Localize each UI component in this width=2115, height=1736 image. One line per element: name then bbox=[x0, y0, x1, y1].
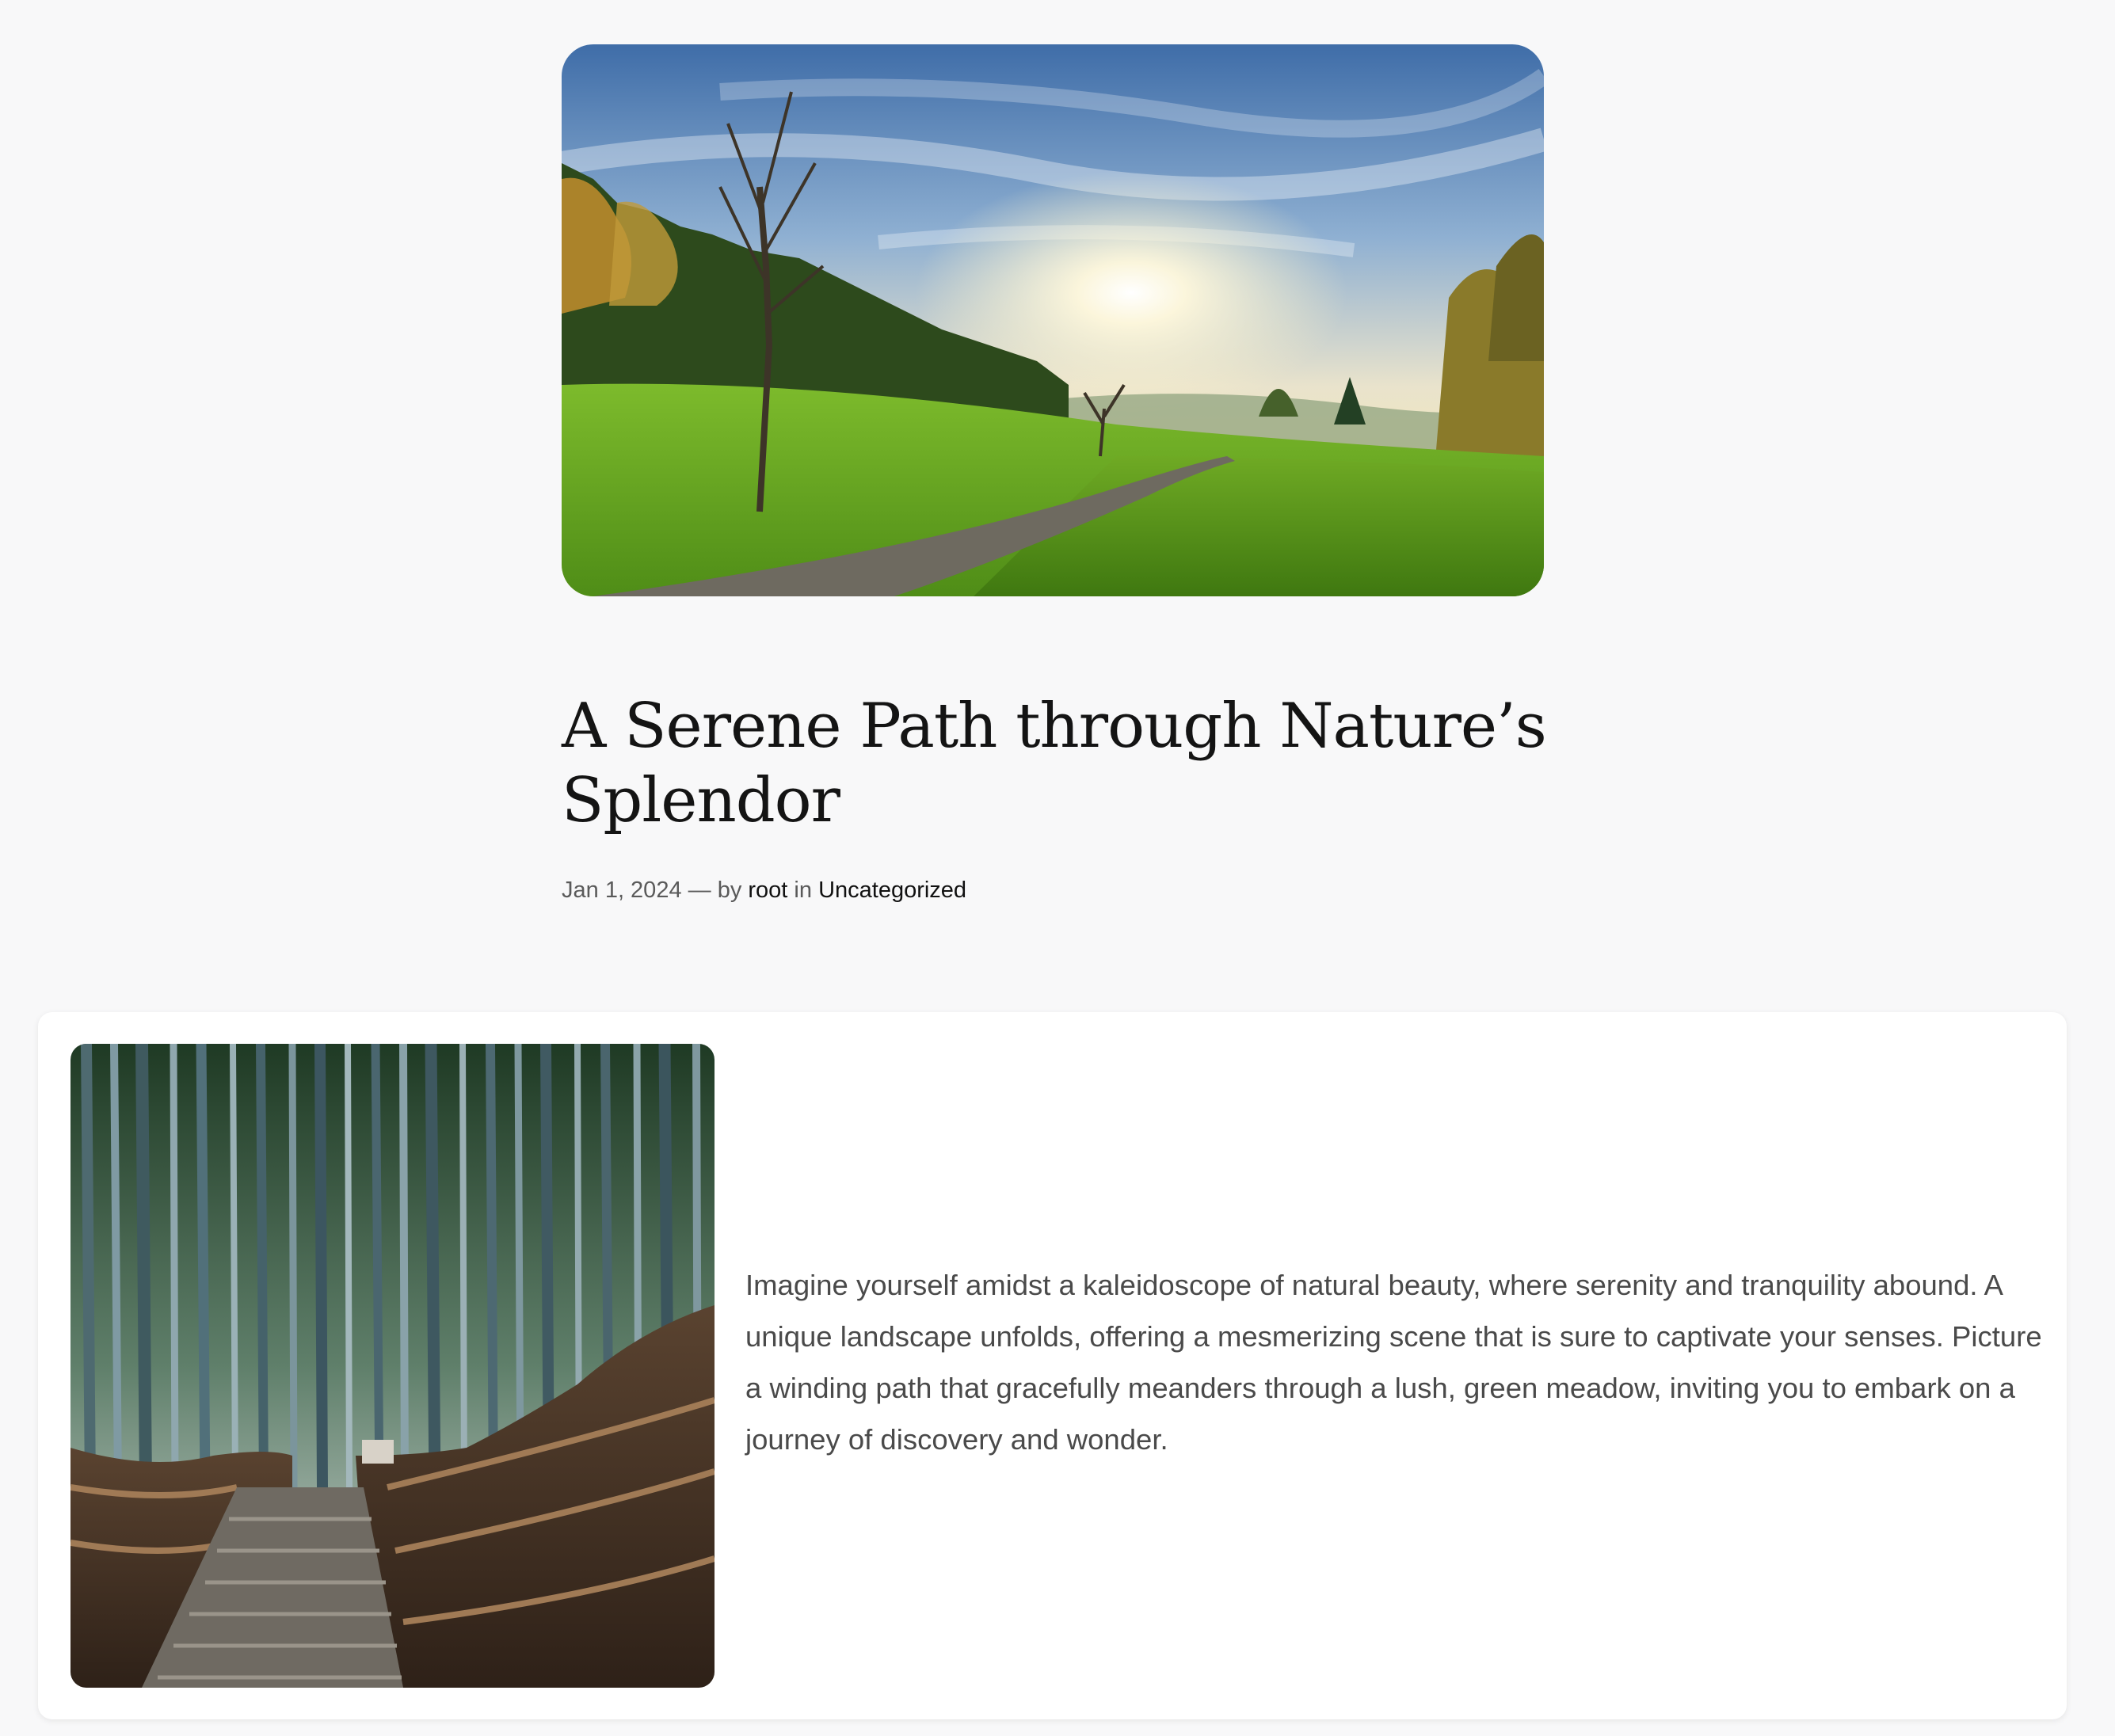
meadow-landscape-illustration bbox=[562, 44, 1544, 596]
content-card: Imagine yourself amidst a kaleidoscope o… bbox=[38, 1012, 2067, 1719]
meta-by-label: by bbox=[717, 878, 749, 903]
hero-image bbox=[562, 44, 1544, 596]
post-date[interactable]: Jan 1, 2024 bbox=[562, 878, 682, 903]
post-title: A Serene Path through Nature’s Splendor bbox=[562, 691, 1547, 836]
author-link[interactable]: root bbox=[748, 878, 787, 903]
category-link[interactable]: Uncategorized bbox=[818, 878, 966, 903]
post-meta: Jan 1, 2024 — by root in Uncategorized bbox=[562, 874, 966, 906]
meta-separator: — bbox=[681, 878, 718, 903]
bamboo-forest-illustration bbox=[70, 1044, 715, 1688]
card-image bbox=[70, 1044, 715, 1688]
card-paragraph: Imagine yourself amidst a kaleidoscope o… bbox=[745, 1269, 2042, 1456]
meta-in-label: in bbox=[787, 878, 819, 903]
